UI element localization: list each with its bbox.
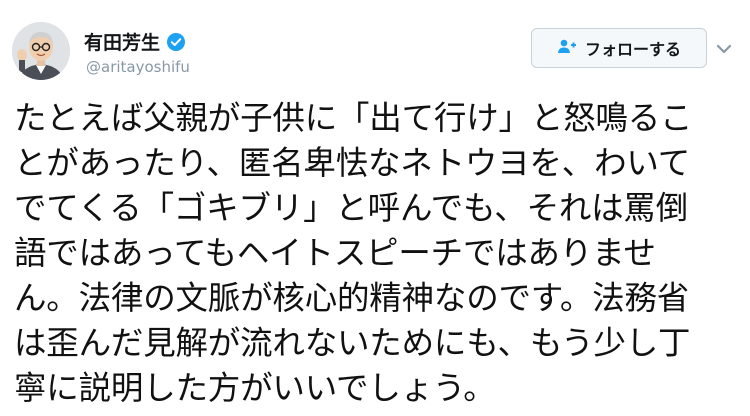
follow-button[interactable]: フォローする [531,28,707,68]
chevron-down-icon[interactable] [716,40,732,54]
tweet-text-line: ん。法律の文脈が核心的精神なのです。法務省 [14,279,690,317]
tweet-text-line: 語ではあってもヘイトスピーチではありませ [14,234,656,272]
person-add-icon [557,38,577,58]
tweet-text-line: 寧に説明した方がいいでしょう。 [14,369,496,407]
tweet-text-line: とがあったり、匿名卑怯なネトウヨを、わいて [14,144,691,182]
tweet-card: 有田芳生 @aritayoshifu フォローする たとえば父親が子供に「出て行… [0,0,750,416]
avatar[interactable] [12,22,70,80]
follow-button-label: フォローする [584,40,681,59]
tweet-text-line: でてくる「ゴキブリ」と呼んでも、それは罵倒 [14,189,689,227]
tweet-text: たとえば父親が子供に「出て行け」と怒鳴るこ とがあったり、匿名卑怯なネトウヨを、わ… [14,96,739,411]
avatar-image [12,22,70,80]
verified-badge-icon [166,32,186,52]
tweet-text-line: は歪んだ見解が流れないためにも、もう少し丁 [14,324,691,362]
display-name[interactable]: 有田芳生 [84,28,186,55]
tweet-text-line: たとえば父親が子供に「出て行け」と怒鳴るこ [14,99,693,137]
user-handle[interactable]: @aritayoshifu [86,58,190,76]
display-name-text[interactable]: 有田芳生 [84,28,160,55]
